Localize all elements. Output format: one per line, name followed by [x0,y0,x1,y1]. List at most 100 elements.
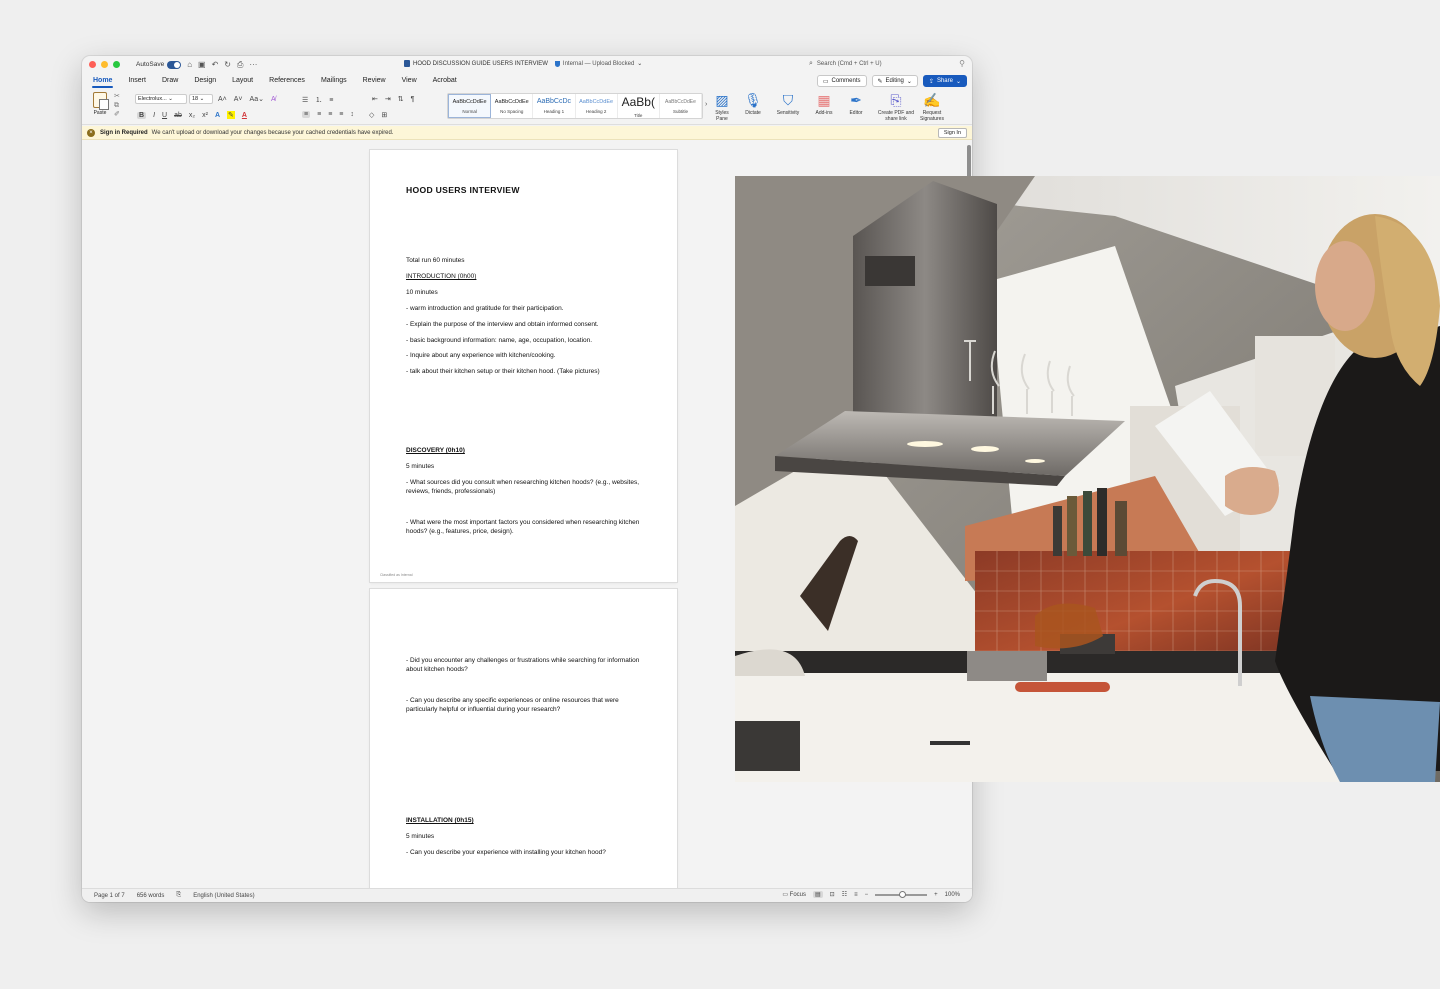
increase-indent-icon[interactable]: ⇥ [385,95,391,103]
style-heading-1[interactable]: AaBbCcDc Heading 1 [533,94,576,118]
tab-references[interactable]: References [264,73,310,89]
redo-icon[interactable]: ↻ [224,60,231,69]
account-icon[interactable]: ⚲ [959,59,965,68]
tab-acrobat[interactable]: Acrobat [428,73,462,89]
share-button[interactable]: ⇪ Share ⌄ [922,75,967,87]
subscript-icon[interactable]: x₂ [189,112,195,119]
align-center-icon[interactable]: ≡ [317,111,321,118]
add-ins-label: Add-ins [815,110,833,116]
shrink-font-icon[interactable]: A˅ [234,96,243,103]
comment-icon: ▭ [822,78,829,85]
outline-view-icon[interactable]: ☷ [842,891,847,898]
bold-icon[interactable]: B [137,111,147,119]
autosave-toggle[interactable] [167,60,182,69]
home-icon[interactable]: ⌂ [187,60,192,69]
font-size-tools: A˄ A˅ Aa⌄ A̸ [218,95,276,104]
list-item: - basic background information: name, ag… [406,337,593,344]
tab-layout[interactable]: Layout [227,73,258,89]
autosave-control[interactable]: AutoSave [136,60,182,69]
tab-mailings[interactable]: Mailings [316,73,352,89]
close-window-button[interactable] [89,61,96,68]
language-indicator[interactable]: English (United States) [193,893,254,899]
style-heading-2[interactable]: AaBbCcDdEe Heading 2 [576,94,618,118]
justify-icon[interactable]: ≡ [339,111,343,118]
text-effects-icon[interactable]: A [215,112,220,119]
word-count[interactable]: 656 words [137,893,165,899]
superscript-icon[interactable]: x² [202,112,208,119]
clear-formatting-icon[interactable]: A̸ [271,96,276,103]
underline-icon[interactable]: U [162,112,167,119]
tab-insert[interactable]: Insert [123,73,151,89]
document-page-1[interactable]: HOOD USERS INTERVIEW Total run 60 minute… [370,150,677,582]
sort-icon[interactable]: ⇅ [398,95,404,103]
comments-label: Comments [831,78,861,84]
more-icon[interactable]: ··· [249,60,257,69]
zoom-slider[interactable] [875,890,928,898]
bullets-icon[interactable]: ☰ [302,96,308,104]
line-spacing-icon[interactable]: ↕ [350,111,354,118]
style-normal[interactable]: AaBbCcDdEe Normal [448,94,492,118]
numbering-icon[interactable]: ⒈ [315,95,322,105]
alignment-tools: ≡ ≡ ≡ ≡ ↕ [302,111,354,118]
zoom-slider-handle[interactable] [899,890,907,898]
font-color-icon[interactable]: A [242,112,247,119]
search-box[interactable]: ⌕ Search (Cmd + Ctrl + U) [809,60,882,68]
style-no-spacing[interactable]: AaBbCcDdEe No Spacing [491,94,534,118]
tab-draw[interactable]: Draw [157,73,183,89]
tab-design[interactable]: Design [189,73,221,89]
sensitivity-button[interactable]: ⛉ Sensitivity [772,92,804,117]
add-ins-button[interactable]: ▦ Add-ins [812,92,836,117]
save-icon[interactable]: ▣ [198,60,206,69]
font-family-select[interactable]: Electrolux... ⌄ [135,94,187,104]
tab-home[interactable]: Home [88,73,117,89]
editing-mode-button[interactable]: ✎ Editing ⌄ [871,75,918,87]
request-signatures-button[interactable]: ✍ Request Signatures [917,92,947,122]
borders-icon[interactable]: ⊞ [381,111,387,119]
show-formatting-icon[interactable]: ¶ [411,96,415,103]
style-title[interactable]: AaBb(Title [618,94,660,118]
grow-font-icon[interactable]: A˄ [218,96,227,103]
style-subtitle[interactable]: AaBbCcDdEe Subtitle [660,94,703,118]
print-icon[interactable]: ⎙ [237,60,243,70]
comments-button[interactable]: ▭ Comments [816,75,867,87]
tab-view[interactable]: View [397,73,422,89]
align-right-icon[interactable]: ≡ [328,111,332,118]
highlight-icon[interactable]: ✎ [227,111,235,119]
editor-label: Editor [849,110,863,116]
dictate-button[interactable]: 🎙 Dictate [742,92,764,117]
web-layout-icon[interactable]: ⊡ [830,891,835,898]
create-pdf-button[interactable]: ⎘ Create PDF and share link [876,92,916,122]
italic-icon[interactable]: I [153,112,155,119]
document-page-2[interactable]: - Did you encounter any challenges or fr… [370,589,677,888]
proofing-icon[interactable]: ⎘ [176,892,181,899]
style-label: Subtitle [672,108,688,114]
minimize-window-button[interactable] [101,61,108,68]
draft-view-icon[interactable]: ≡ [854,892,858,898]
tab-review[interactable]: Review [358,73,391,89]
font-size-select[interactable]: 18 ⌄ [189,94,213,104]
zoom-in-icon[interactable]: + [934,892,938,898]
cut-icon[interactable]: ✂ [114,92,124,101]
zoom-out-icon[interactable]: − [865,892,869,898]
styles-pane-button[interactable]: ▨ Styles Pane [712,92,732,122]
decrease-indent-icon[interactable]: ⇤ [372,95,378,103]
document-title[interactable]: HOOD DISCUSSION GUIDE USERS INTERVIEW In… [404,60,642,67]
page-count[interactable]: Page 1 of 7 [94,893,125,899]
editor-button[interactable]: ✒ Editor [844,92,868,117]
zoom-level[interactable]: 100% [945,892,960,898]
font-size-value: 18 [192,96,199,102]
paste-button[interactable]: Paste [90,92,110,116]
multilevel-list-icon[interactable]: ≡ [329,97,333,104]
focus-button[interactable]: ▭ Focus [782,891,806,898]
copy-icon[interactable]: ⧉ [114,101,124,110]
change-case-icon[interactable]: Aa⌄ [250,95,264,103]
shading-icon[interactable]: ◇ [369,111,374,119]
sign-in-button[interactable]: Sign In [937,128,967,138]
strikethrough-icon[interactable]: ab [174,112,182,119]
zoom-window-button[interactable] [113,61,120,68]
print-layout-icon[interactable]: ▤ [813,891,823,898]
align-left-icon[interactable]: ≡ [302,111,311,118]
undo-icon[interactable]: ↶ [212,60,219,69]
format-painter-icon[interactable]: ✐ [114,110,124,119]
chevron-right-icon[interactable]: › [705,101,707,108]
